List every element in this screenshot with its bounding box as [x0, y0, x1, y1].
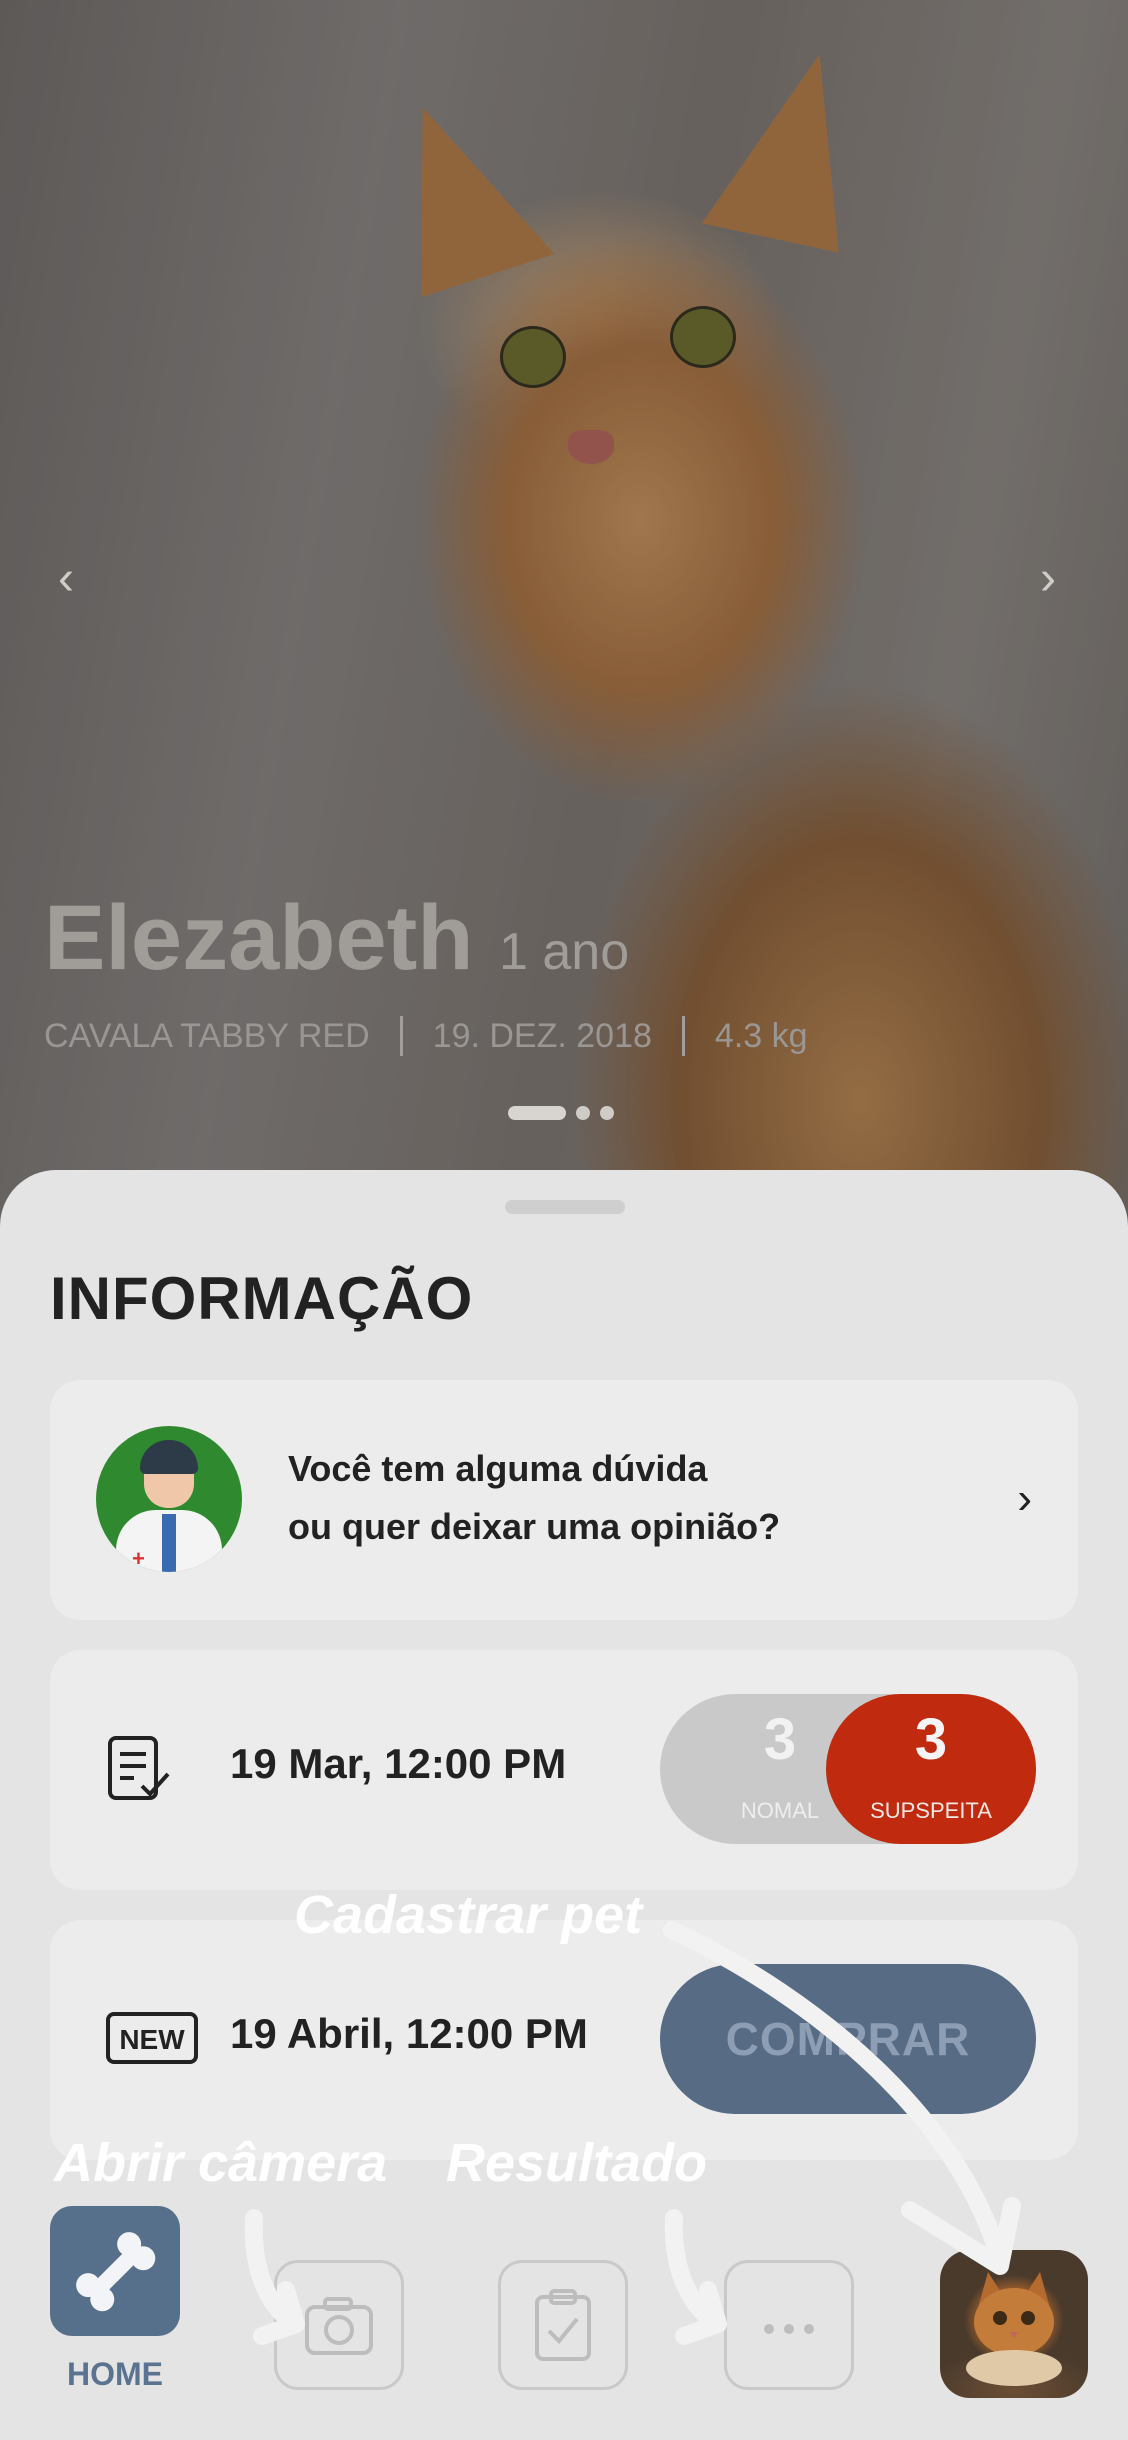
arrow-to-pet-avatar	[663, 1921, 1009, 2269]
annotation-arrows	[244, 1921, 1021, 2345]
